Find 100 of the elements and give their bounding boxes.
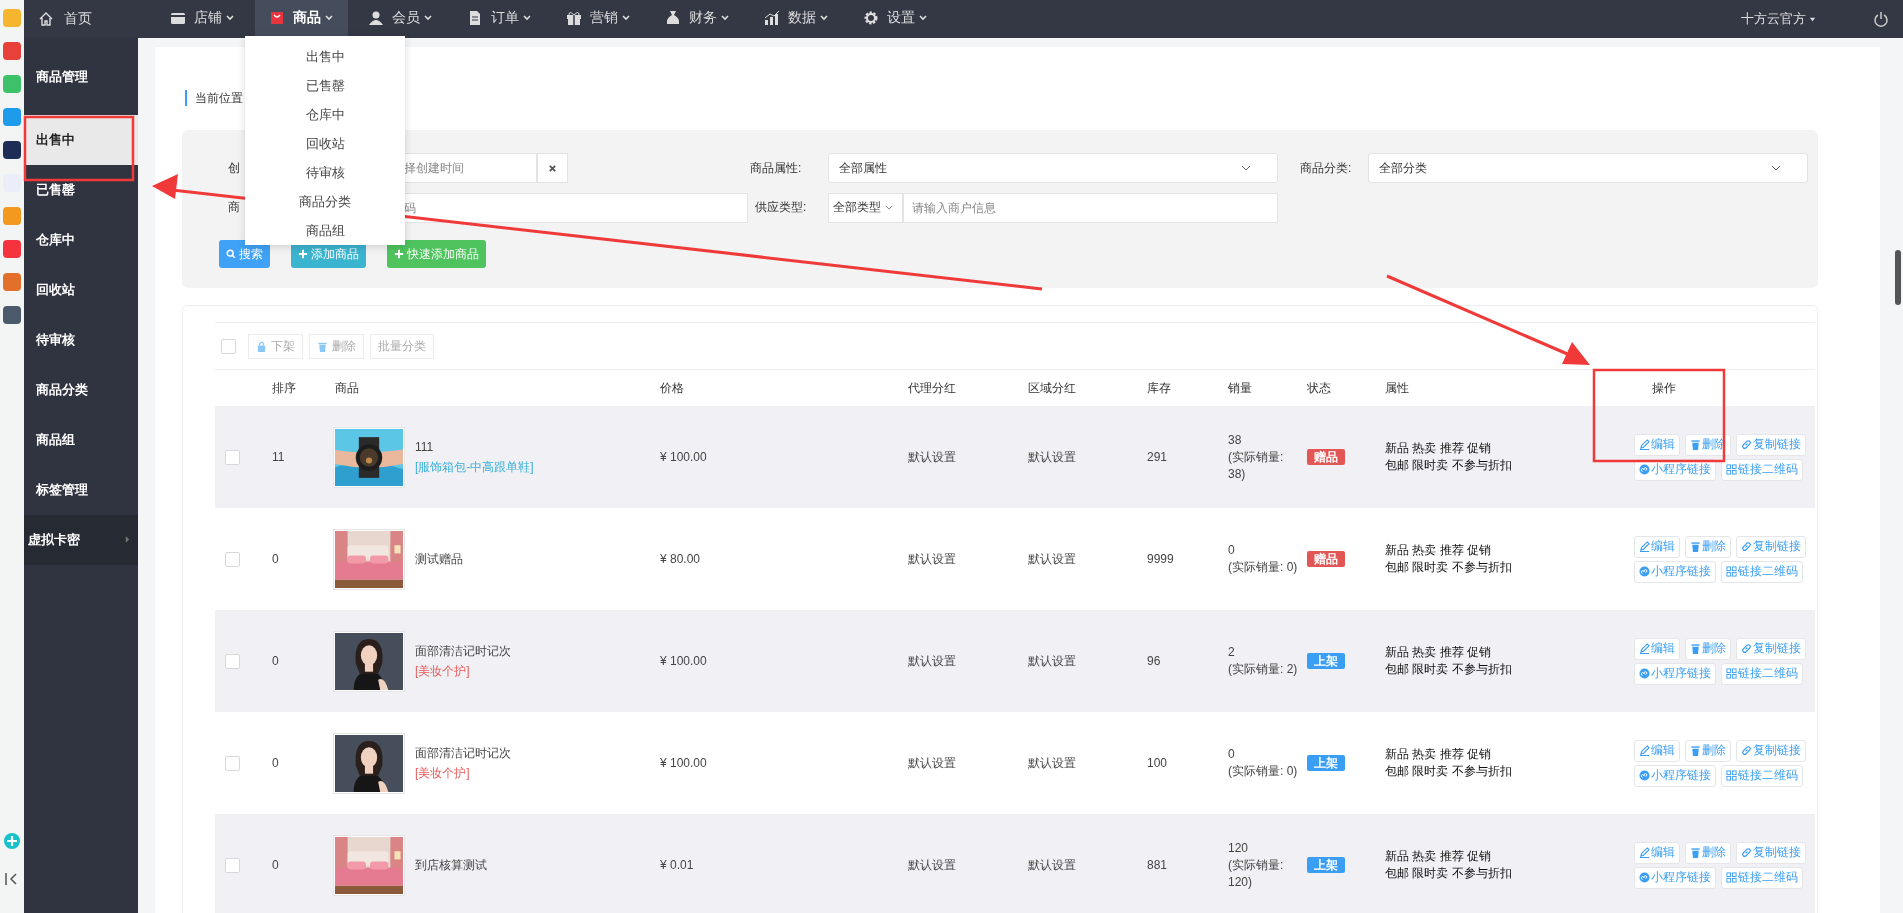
qr-code-icon [1726, 872, 1737, 883]
row-action-button[interactable]: 小程序链接 [1634, 764, 1716, 787]
row-action-button[interactable]: 小程序链接 [1634, 662, 1716, 685]
checkbox[interactable] [225, 755, 240, 771]
column-header: 状态 [1306, 379, 1332, 397]
link-icon [1741, 541, 1752, 552]
document-icon [467, 10, 483, 26]
sidebar-item[interactable]: 商品分类 [24, 365, 138, 415]
nav-item[interactable]: 会员 [354, 0, 447, 38]
user-menu[interactable]: 十方云官方 [1741, 10, 1806, 28]
row-action-button[interactable]: 编辑 [1634, 739, 1680, 762]
checkbox[interactable] [225, 449, 240, 465]
row-action-button[interactable]: 链接二维码 [1721, 764, 1803, 787]
app-icon[interactable] [3, 306, 21, 324]
attribute-text: 包邮 限时卖 不参与折扣 [1385, 763, 1512, 780]
field-label: 商 [228, 199, 240, 216]
money-bag-icon [665, 10, 681, 26]
row-action-button[interactable]: 复制链接 [1736, 433, 1806, 456]
row-action-button[interactable]: 复制链接 [1736, 739, 1806, 762]
power-icon[interactable] [1873, 11, 1889, 27]
sidebar-item[interactable]: 出售中 [24, 115, 138, 165]
sidebar-item[interactable]: 虚拟卡密 [24, 515, 138, 565]
row-action-button[interactable]: 删除 [1685, 637, 1731, 660]
row-action-button[interactable]: 复制链接 [1736, 637, 1806, 660]
caret-icon [621, 13, 631, 23]
row-action-button[interactable]: 小程序链接 [1634, 458, 1716, 481]
trash-icon [1690, 541, 1701, 552]
row-action-button[interactable]: 链接二维码 [1721, 662, 1803, 685]
row-action-button[interactable]: 编辑 [1634, 637, 1680, 660]
sidebar-item[interactable]: 待审核 [24, 315, 138, 365]
table-cell: 0 [272, 754, 279, 772]
table-cell: 默认设置 [1028, 448, 1076, 466]
column-header: 属性 [1384, 379, 1410, 397]
checkbox[interactable] [221, 338, 236, 354]
table-cell: 38 [1228, 431, 1242, 449]
type-select[interactable]: 全部类型 [828, 192, 903, 223]
person-icon [368, 10, 384, 26]
nav-item[interactable]: 数据 [750, 0, 843, 38]
row-action-button[interactable]: 编辑 [1634, 433, 1680, 456]
category-label: [服饰箱包-中高跟单鞋] [415, 459, 534, 475]
row-action-button[interactable]: 小程序链接 [1634, 560, 1716, 583]
row-action-button[interactable]: 复制链接 [1736, 841, 1806, 864]
row-action-button[interactable]: 编辑 [1634, 841, 1680, 864]
attribute-select[interactable]: 全部属性 [828, 153, 1278, 183]
menu-item[interactable]: 已售罄 [305, 71, 345, 100]
sidebar-item[interactable]: 标签管理 [24, 465, 138, 515]
nav-item[interactable]: 设置 [849, 0, 942, 38]
table-cell: 默认设置 [908, 652, 956, 670]
table-cell: 默认设置 [1028, 652, 1076, 670]
checkbox[interactable] [225, 653, 240, 669]
product-name: 面部清洁记时记次 [415, 643, 511, 660]
table-cell: 291 [1147, 448, 1168, 466]
checkbox[interactable] [225, 551, 240, 567]
sidebar-item[interactable]: 回收站 [24, 265, 138, 315]
caret-icon [819, 13, 829, 23]
menu-item[interactable]: 待审核 [305, 158, 345, 187]
sidebar-item[interactable]: 仓库中 [24, 215, 138, 265]
nav-item[interactable]: 营销 [552, 0, 645, 38]
row-action-button[interactable]: 链接二维码 [1721, 560, 1803, 583]
sidebar-item[interactable]: 已售罄 [24, 165, 138, 215]
status-badge: 上架 [1307, 755, 1345, 771]
column-header: 排序 [271, 379, 297, 397]
attribute-text: 包邮 限时卖 不参与折扣 [1385, 559, 1512, 576]
row-action-button[interactable]: 编辑 [1634, 535, 1680, 558]
menu-item[interactable]: 仓库中 [305, 100, 345, 129]
row-action-button[interactable]: 删除 [1685, 739, 1731, 762]
attribute-text: 新品 热卖 推荐 促销 [1385, 644, 1491, 661]
menu-item[interactable]: 商品分类 [299, 187, 351, 216]
clear-button[interactable] [537, 153, 568, 183]
row-action-button[interactable]: 复制链接 [1736, 535, 1806, 558]
table-cell: 11 [272, 448, 285, 466]
plus-icon[interactable] [3, 832, 21, 850]
row-action-button[interactable]: 链接二维码 [1721, 458, 1803, 481]
status-badge: 赠品 [1307, 449, 1345, 465]
gear-icon [863, 10, 879, 26]
action-button[interactable]: 快速添加商品 [387, 240, 486, 268]
home-link[interactable]: 首页 [24, 10, 156, 28]
attribute-text: 新品 热卖 推荐 促销 [1385, 746, 1491, 763]
link-icon [1741, 439, 1752, 450]
pencil-icon [1639, 643, 1650, 654]
attribute-text: 包邮 限时卖 不参与折扣 [1385, 457, 1512, 474]
scrollbar-thumb[interactable] [1895, 250, 1901, 305]
caret-icon [225, 13, 235, 23]
close-icon [548, 163, 557, 173]
row-action-button[interactable]: 链接二维码 [1721, 866, 1803, 889]
nav-item[interactable]: 店铺 [156, 0, 249, 38]
nav-item[interactable]: 商品 [255, 0, 348, 38]
menu-item[interactable]: 出售中 [305, 42, 345, 71]
row-action-button[interactable]: 删除 [1685, 841, 1731, 864]
nav-item[interactable]: 订单 [453, 0, 546, 38]
row-action-button[interactable]: 删除 [1685, 535, 1731, 558]
checkbox[interactable] [225, 857, 240, 873]
category-select[interactable]: 全部分类 [1368, 153, 1808, 183]
menu-item[interactable]: 回收站 [305, 129, 345, 158]
app-icon[interactable] [3, 141, 21, 159]
merchant-field[interactable]: 请输入商户信息 [903, 192, 1278, 223]
sidebar-heading[interactable]: 商品管理 [24, 52, 138, 102]
sidebar-item[interactable]: 商品组 [24, 415, 138, 465]
nav-item[interactable]: 财务 [651, 0, 744, 38]
row-action-button[interactable]: 小程序链接 [1634, 866, 1716, 889]
